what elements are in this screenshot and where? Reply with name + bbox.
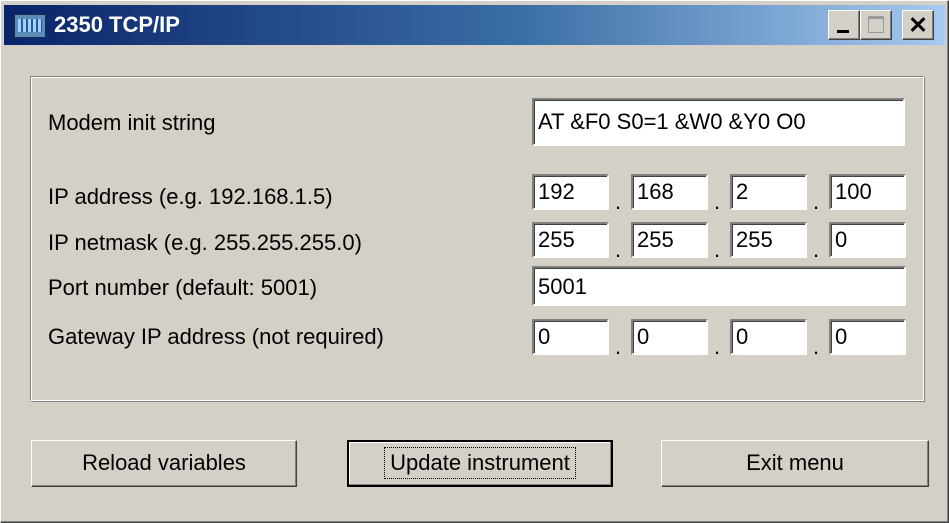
gateway-octet-4[interactable]: 0 (829, 319, 906, 355)
exit-menu-button[interactable]: Exit menu (661, 440, 929, 487)
ip-address-octet-3[interactable]: 2 (730, 174, 807, 210)
ip-address-octet-2[interactable]: 168 (631, 174, 708, 210)
modem-init-label: Modem init string (48, 110, 216, 135)
modem-init-input[interactable]: AT &F0 S0=1 &W0 &Y0 O0 (532, 98, 905, 146)
ip-address-octet-4[interactable]: 100 (829, 174, 906, 210)
port-label: Port number (default: 5001) (48, 275, 318, 300)
maximize-button[interactable] (860, 10, 892, 40)
ip-address-separator: . (615, 189, 622, 214)
gateway-separator: . (615, 334, 622, 359)
reload-variables-button[interactable]: Reload variables (31, 440, 297, 487)
close-button[interactable] (902, 10, 934, 40)
window-title: 2350 TCP/IP (54, 12, 180, 37)
update-instrument-button[interactable]: Update instrument (347, 440, 613, 487)
title-bar[interactable]: 2350 TCP/IP (4, 5, 945, 45)
gateway-label: Gateway IP address (not required) (48, 324, 384, 349)
gateway-octet-3[interactable]: 0 (730, 319, 807, 355)
ip-netmask-octet-3[interactable]: 255 (730, 222, 807, 258)
update-instrument-label: Update instrument (384, 447, 576, 479)
ip-address-label: IP address (e.g. 192.168.1.5) (48, 184, 333, 209)
ip-netmask-label: IP netmask (e.g. 255.255.255.0) (48, 230, 362, 255)
ip-netmask-separator: . (714, 237, 721, 262)
gateway-separator: . (813, 334, 820, 359)
port-input[interactable]: 5001 (532, 266, 906, 306)
ip-address-separator: . (714, 189, 721, 214)
ip-netmask-octet-1[interactable]: 255 (532, 222, 609, 258)
gateway-octet-2[interactable]: 0 (631, 319, 708, 355)
ip-netmask-octet-4[interactable]: 0 (829, 222, 906, 258)
ip-netmask-octet-2[interactable]: 255 (631, 222, 708, 258)
ip-address-octet-1[interactable]: 192 (532, 174, 609, 210)
gateway-octet-1[interactable]: 0 (532, 319, 609, 355)
app-icon (14, 14, 46, 38)
ip-netmask-separator: . (813, 237, 820, 262)
ip-address-separator: . (813, 189, 820, 214)
gateway-separator: . (714, 334, 721, 359)
ip-netmask-separator: . (615, 237, 622, 262)
dialog-window: 2350 TCP/IP Modem init string AT &F0 S0=… (0, 0, 949, 523)
minimize-button[interactable] (828, 10, 860, 40)
